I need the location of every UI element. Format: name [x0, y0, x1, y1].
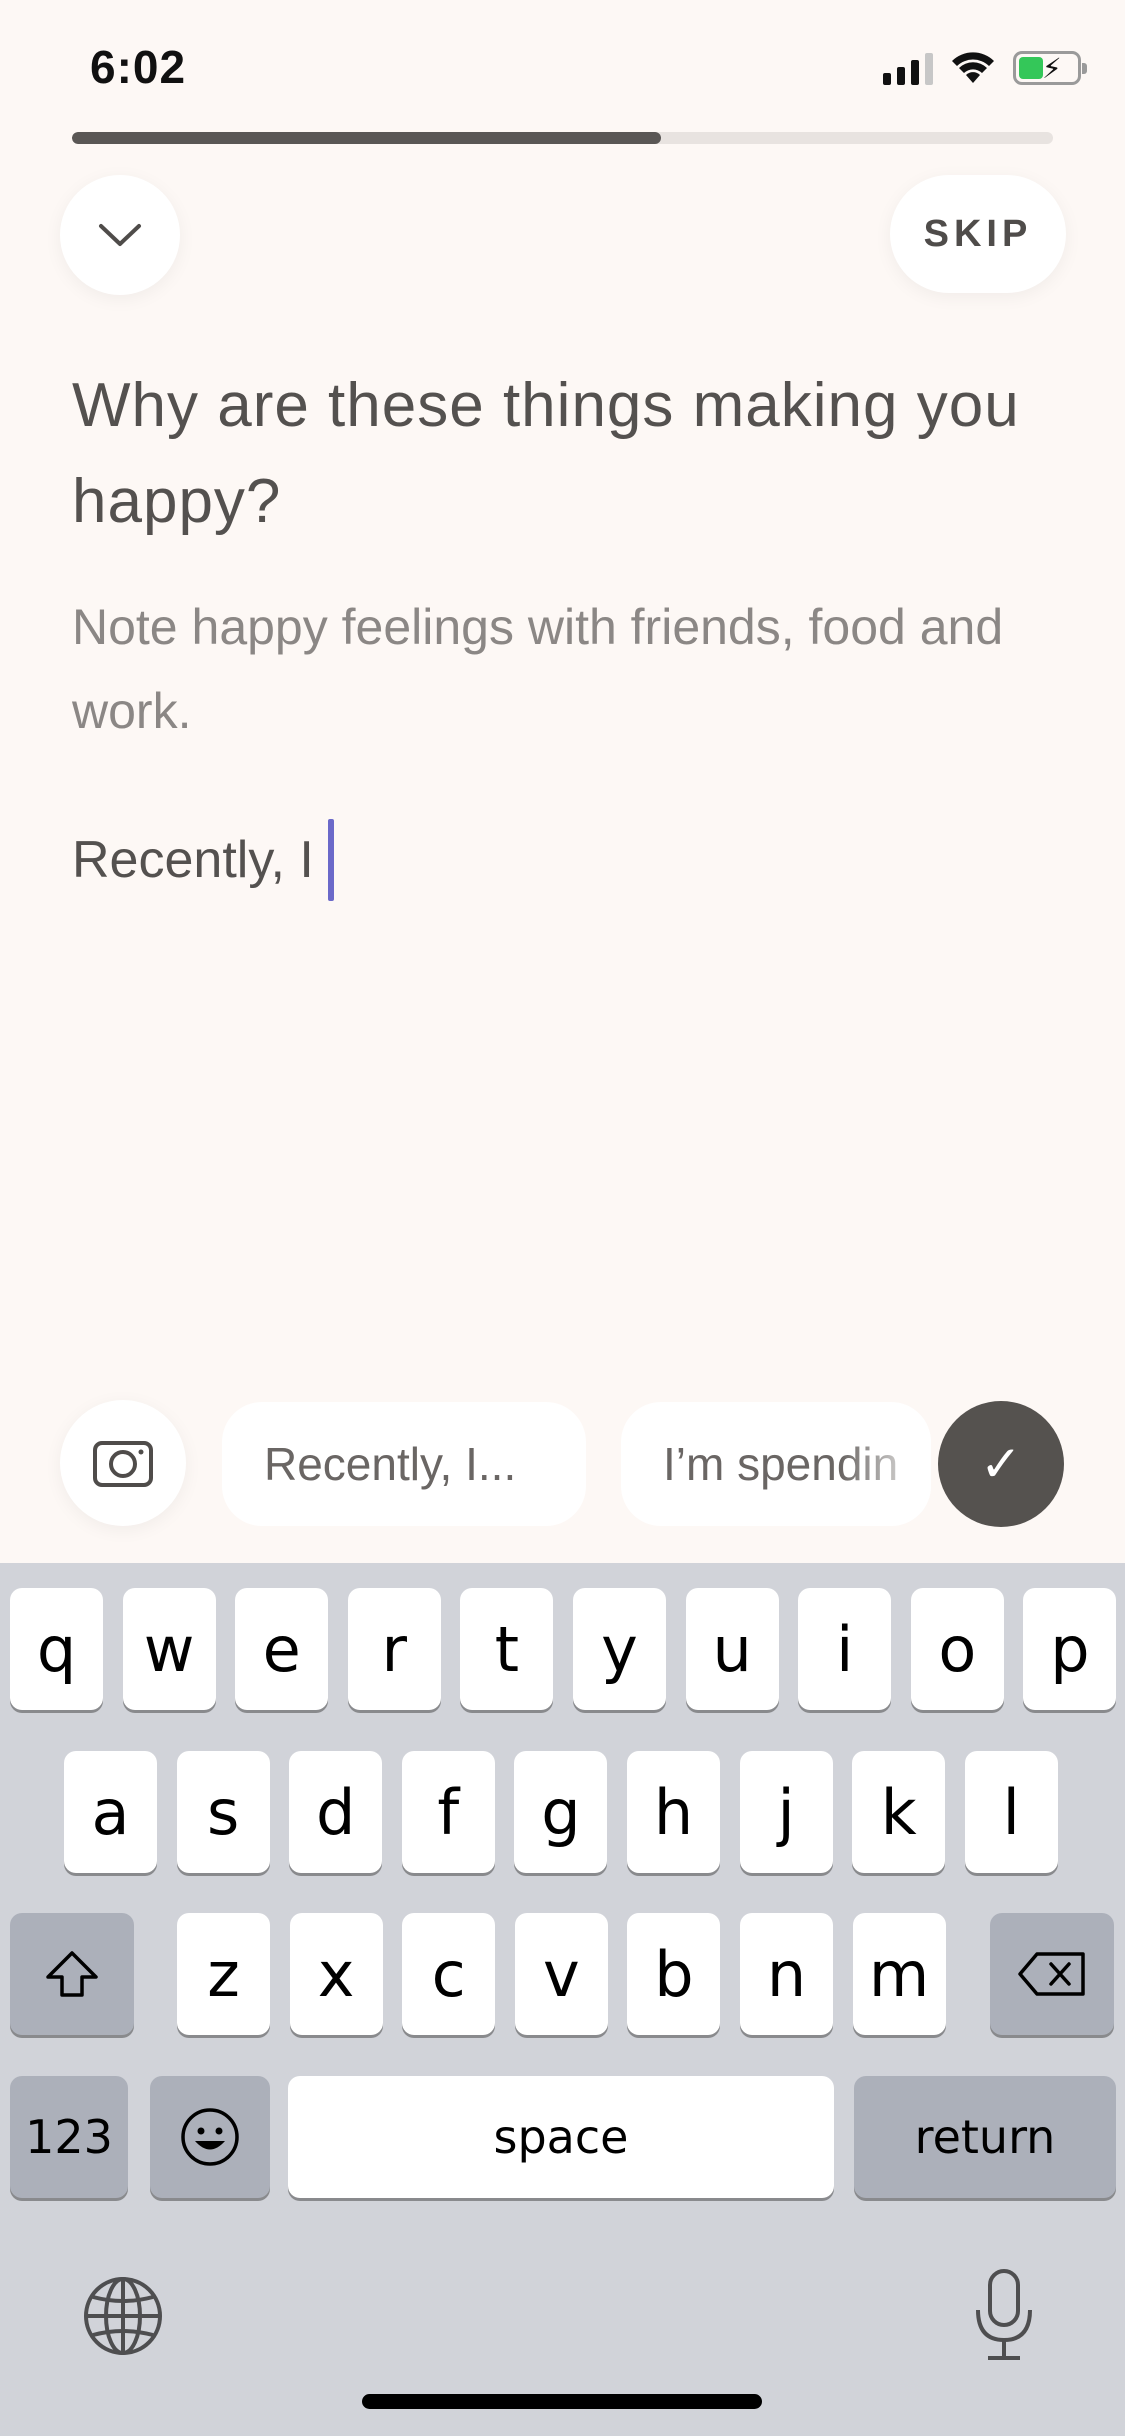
key-f[interactable]: f — [401, 1751, 495, 1873]
shift-key[interactable] — [10, 1913, 134, 2035]
key-l[interactable]: l — [964, 1751, 1058, 1873]
collapse-button[interactable] — [60, 175, 180, 295]
shift-icon — [46, 1951, 98, 1997]
key-j[interactable]: j — [739, 1751, 833, 1873]
emoji-key[interactable] — [150, 2076, 270, 2198]
key-d[interactable]: d — [289, 1751, 383, 1873]
key-y[interactable]: y — [573, 1588, 666, 1710]
key-w[interactable]: w — [122, 1588, 216, 1710]
key-p[interactable]: p — [1023, 1588, 1117, 1710]
key-q[interactable]: q — [10, 1588, 103, 1710]
key-i[interactable]: i — [798, 1588, 892, 1710]
key-b[interactable]: b — [627, 1913, 721, 2035]
camera-icon — [93, 1441, 153, 1487]
home-indicator — [362, 2394, 762, 2409]
key-s[interactable]: s — [176, 1751, 270, 1873]
battery-icon: ⚡ — [1013, 51, 1087, 85]
wifi-icon — [952, 52, 994, 83]
suggestion-label: Recently, I... — [264, 1438, 517, 1490]
progress-bar — [72, 132, 1053, 144]
key-a[interactable]: a — [64, 1751, 157, 1873]
prompt-question: Why are these things making you happy? — [72, 371, 1020, 536]
key-c[interactable]: c — [402, 1913, 496, 2035]
space-key[interactable]: space — [288, 2076, 834, 2198]
prompt-hint: Note happy feelings with friends, food a… — [72, 599, 1004, 739]
key-k[interactable]: k — [852, 1751, 946, 1873]
keyboard: qwertyuiop asdfghjkl zxcvbnm 123 space r… — [0, 1563, 1125, 2436]
done-button[interactable]: ✓ — [938, 1401, 1064, 1527]
key-e[interactable]: e — [235, 1588, 329, 1710]
key-m[interactable]: m — [852, 1913, 946, 2035]
emoji-icon — [181, 2108, 239, 2166]
entry-text: Recently, I — [72, 831, 314, 889]
suggestion-chip[interactable]: I’m spendin — [621, 1402, 931, 1526]
status-time: 6:02 — [90, 41, 187, 93]
camera-button[interactable] — [60, 1400, 186, 1526]
skip-button[interactable]: SKIP — [890, 175, 1066, 293]
numbers-key[interactable]: 123 — [10, 2076, 128, 2198]
key-h[interactable]: h — [627, 1751, 720, 1873]
key-x[interactable]: x — [289, 1913, 383, 2035]
key-t[interactable]: t — [460, 1588, 554, 1710]
chip-fade — [841, 1402, 931, 1526]
globe-icon[interactable] — [82, 2275, 164, 2357]
return-key[interactable]: return — [854, 2076, 1116, 2198]
backspace-key[interactable] — [990, 1913, 1114, 2035]
key-n[interactable]: n — [740, 1913, 833, 2035]
journal-entry-input[interactable]: Recently, I — [72, 819, 334, 901]
chevron-down-icon — [99, 224, 141, 246]
suggestion-chip[interactable]: Recently, I... — [222, 1402, 586, 1526]
checkmark-icon: ✓ — [980, 1436, 1022, 1492]
key-v[interactable]: v — [514, 1913, 608, 2035]
progress-fill — [72, 132, 661, 144]
key-g[interactable]: g — [514, 1751, 608, 1873]
skip-label: SKIP — [923, 212, 1033, 255]
screen: 6:02 ⚡ SKIP Why are these things making … — [0, 0, 1125, 2436]
key-z[interactable]: z — [177, 1913, 270, 2035]
text-caret — [327, 819, 334, 901]
status-icons: ⚡ — [883, 48, 1087, 88]
key-r[interactable]: r — [347, 1588, 441, 1710]
key-o[interactable]: o — [910, 1588, 1004, 1710]
microphone-icon[interactable] — [972, 2268, 1036, 2362]
backspace-icon — [1018, 1952, 1085, 1996]
cellular-signal-icon — [883, 51, 933, 85]
key-u[interactable]: u — [685, 1588, 779, 1710]
